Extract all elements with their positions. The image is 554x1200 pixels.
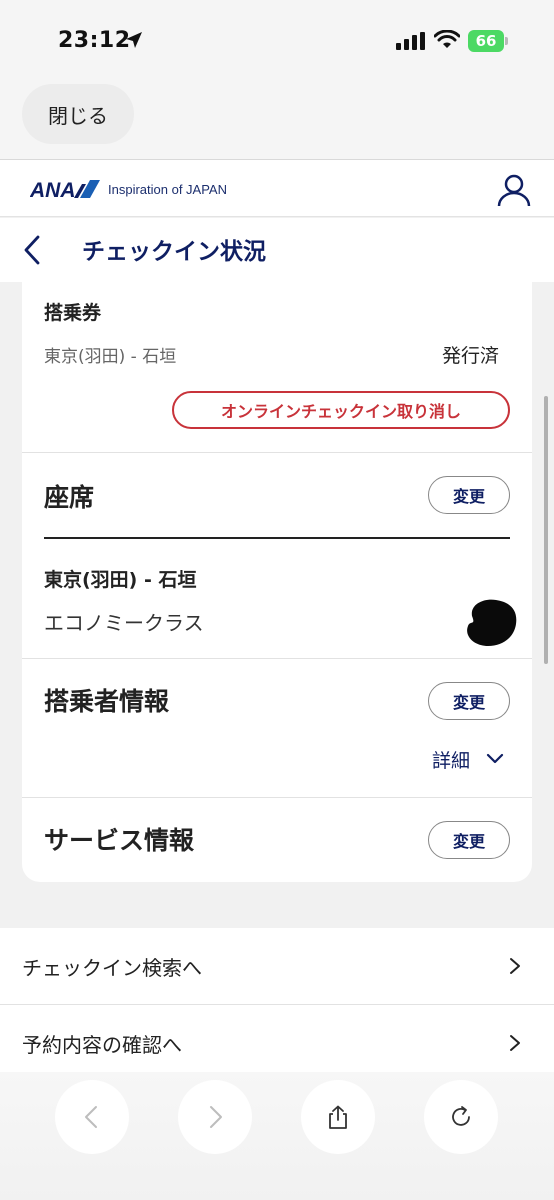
seat-title: 座席 xyxy=(44,483,95,512)
logo-tagline: Inspiration of JAPAN xyxy=(108,182,227,197)
share-icon xyxy=(329,1105,347,1129)
site-header: ANA Inspiration of JAPAN xyxy=(0,159,554,217)
divider xyxy=(22,452,532,453)
back-chevron-icon[interactable] xyxy=(20,234,44,266)
link-reservation-confirm[interactable]: 予約内容の確認へ xyxy=(0,1005,554,1081)
seat-change-button[interactable]: 変更 xyxy=(428,476,510,514)
close-area: 閉じる xyxy=(0,84,554,160)
back-icon xyxy=(85,1106,97,1128)
logo-text: ANA xyxy=(30,179,76,200)
browser-back-button[interactable] xyxy=(55,1080,129,1154)
wifi-icon xyxy=(434,30,460,48)
link-label: 予約内容の確認へ xyxy=(22,1033,182,1057)
cancel-online-checkin-button[interactable]: オンラインチェックイン取り消し xyxy=(172,391,510,429)
scrollbar[interactable] xyxy=(544,396,548,664)
service-info-title: サービス情報 xyxy=(44,826,195,855)
reload-button[interactable] xyxy=(424,1080,498,1154)
chevron-down-icon[interactable] xyxy=(486,752,504,766)
checkin-status-card: 搭乗券 東京(羽田) - 石垣 発行済 オンラインチェックイン取り消し 座席 変… xyxy=(22,282,532,882)
boarding-pass-status: 発行済 xyxy=(442,345,500,367)
divider xyxy=(22,797,532,798)
seat-divider xyxy=(44,537,510,539)
boarding-pass-title: 搭乗券 xyxy=(44,302,102,324)
passenger-info-title: 搭乗者情報 xyxy=(44,687,170,716)
chevron-right-icon xyxy=(510,958,520,974)
seat-route: 東京(羽田) - 石垣 xyxy=(44,569,197,591)
link-label: チェックイン検索へ xyxy=(22,956,202,980)
forward-icon xyxy=(210,1106,222,1128)
browser-toolbar xyxy=(0,1072,554,1200)
passenger-details-link[interactable]: 詳細 xyxy=(432,746,470,773)
link-checkin-search[interactable]: チェックイン検索へ xyxy=(0,928,554,1004)
divider xyxy=(22,658,532,659)
chevron-right-icon xyxy=(510,1035,520,1051)
share-button[interactable] xyxy=(301,1080,375,1154)
boarding-pass-route: 東京(羽田) - 石垣 xyxy=(44,347,177,367)
page-title: チェックイン状況 xyxy=(82,239,266,265)
battery-tip xyxy=(505,37,508,45)
location-arrow-icon xyxy=(126,32,142,48)
service-change-button[interactable]: 変更 xyxy=(428,821,510,859)
status-time: 23:12 xyxy=(58,28,131,53)
status-bar: 23:12 66 xyxy=(0,0,554,84)
cellular-signal-icon xyxy=(396,32,425,50)
close-button[interactable]: 閉じる xyxy=(22,84,134,144)
passenger-change-button[interactable]: 変更 xyxy=(428,682,510,720)
user-account-icon[interactable] xyxy=(496,172,532,208)
browser-forward-button[interactable] xyxy=(178,1080,252,1154)
reload-icon xyxy=(452,1106,470,1126)
seat-cabin-class: エコノミークラス xyxy=(44,611,204,635)
title-bar: チェックイン状況 xyxy=(0,218,554,282)
battery-indicator: 66 xyxy=(468,30,504,52)
ana-logo[interactable]: ANA xyxy=(30,178,102,200)
redaction-scribble xyxy=(467,599,517,646)
